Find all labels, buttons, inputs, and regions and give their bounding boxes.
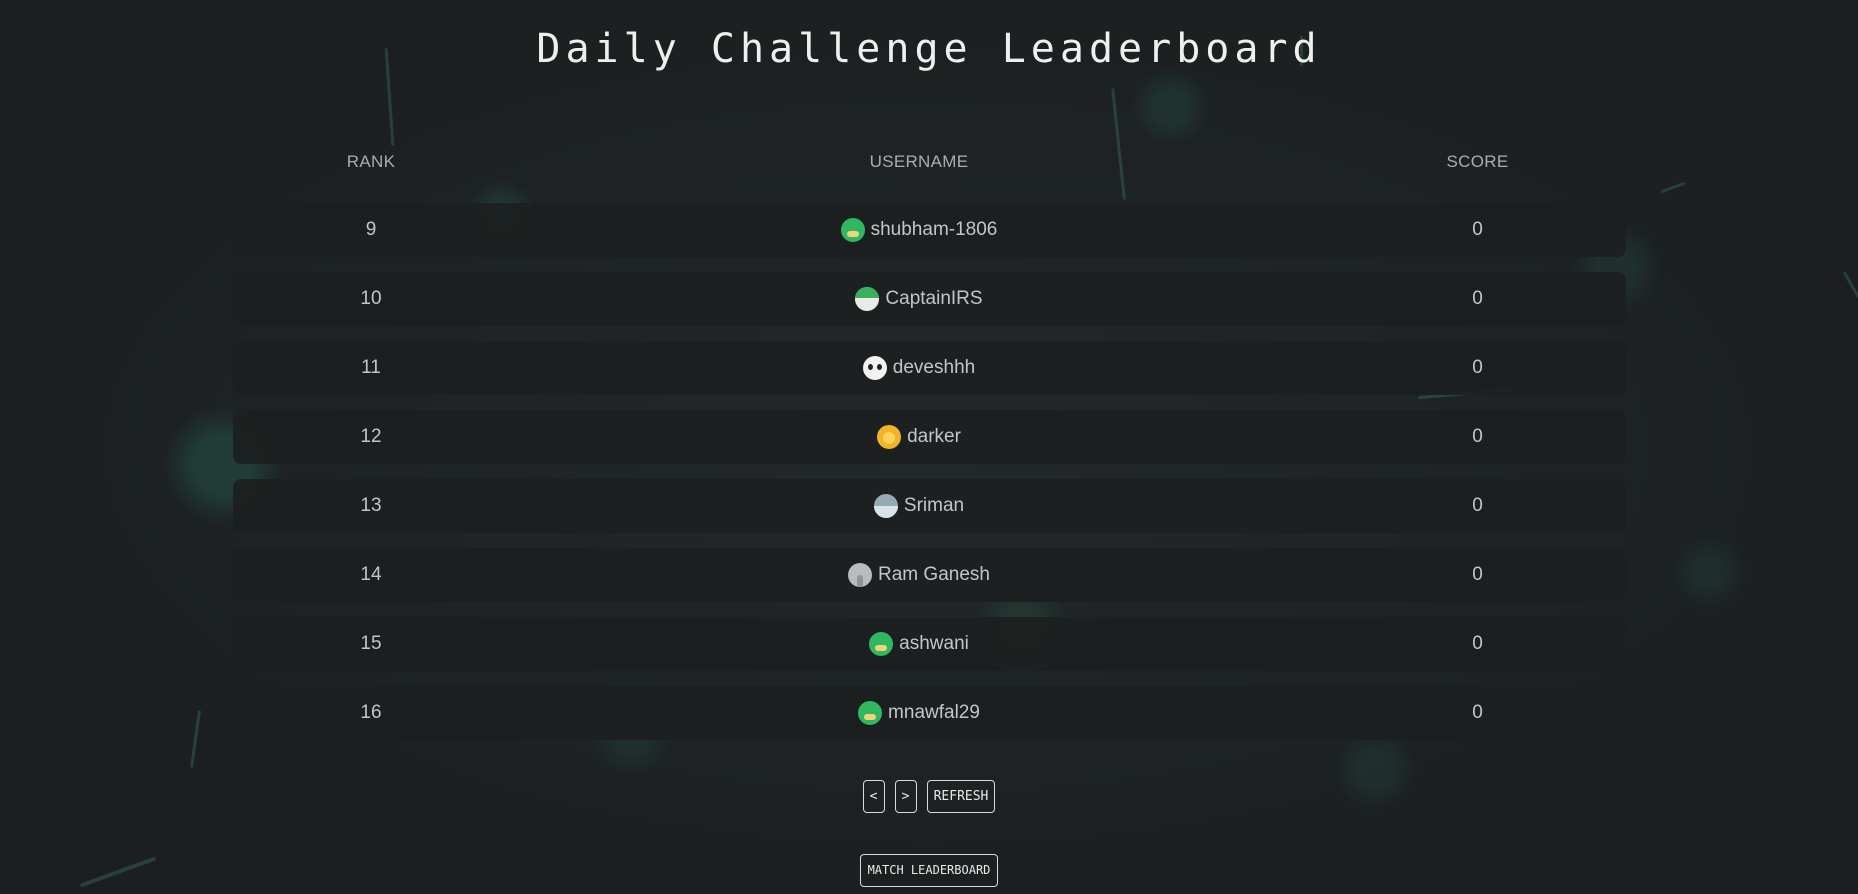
table-row: 16 mnawfal29 0 bbox=[233, 686, 1626, 740]
next-page-button[interactable]: > bbox=[894, 780, 917, 813]
page-title: Daily Challenge Leaderboard bbox=[536, 26, 1322, 72]
rank-cell: 14 bbox=[360, 564, 382, 585]
elephant-icon bbox=[848, 563, 873, 587]
username-cell: deveshhh bbox=[509, 341, 1329, 395]
rank-cell: 9 bbox=[365, 219, 377, 240]
table-row: 14 Ram Ganesh 0 bbox=[233, 548, 1626, 602]
leaderboard-page: Daily Challenge Leaderboard RANK USERNAM… bbox=[0, 0, 1858, 894]
frog-icon bbox=[855, 287, 880, 311]
rank-cell: 13 bbox=[360, 495, 382, 516]
score-header: SCORE bbox=[1446, 152, 1509, 171]
username-cell: mnawfal29 bbox=[509, 686, 1329, 740]
green-bird-icon bbox=[840, 218, 865, 242]
rank-cell: 10 bbox=[360, 288, 382, 309]
rank-cell: 12 bbox=[360, 426, 382, 447]
panda-icon bbox=[862, 356, 887, 380]
match-leaderboard-section: MATCH LEADERBOARD bbox=[0, 854, 1858, 887]
username: darker bbox=[907, 426, 961, 447]
username: shubham-1806 bbox=[870, 219, 998, 240]
table-row: 9 shubham-1806 0 bbox=[233, 203, 1626, 257]
score-cell: 0 bbox=[1472, 426, 1483, 447]
username: Ram Ganesh bbox=[878, 564, 990, 585]
username-cell: shubham-1806 bbox=[509, 203, 1329, 257]
username: mnawfal29 bbox=[888, 702, 980, 723]
username-header: USERNAME bbox=[869, 152, 969, 171]
table-row: 13 Sriman 0 bbox=[233, 479, 1626, 533]
username-cell: CaptainIRS bbox=[509, 272, 1329, 326]
fish-icon bbox=[873, 494, 898, 518]
score-cell: 0 bbox=[1472, 633, 1483, 654]
score-cell: 0 bbox=[1472, 357, 1483, 378]
refresh-button[interactable]: REFRESH bbox=[926, 780, 996, 813]
table-row: 10 CaptainIRS 0 bbox=[233, 272, 1626, 326]
prev-page-button[interactable]: < bbox=[862, 780, 885, 813]
table-row: 12 darker 0 bbox=[233, 410, 1626, 464]
score-cell: 0 bbox=[1472, 288, 1483, 309]
username-cell: Ram Ganesh bbox=[509, 548, 1329, 602]
leaderboard-table: 9 shubham-1806 0 10 CaptainIRS 0 11 deve… bbox=[233, 203, 1626, 755]
rank-cell: 11 bbox=[361, 357, 381, 378]
score-cell: 0 bbox=[1472, 495, 1483, 516]
table-row: 15 ashwani 0 bbox=[233, 617, 1626, 671]
green-bird-icon bbox=[869, 632, 894, 656]
score-cell: 0 bbox=[1472, 564, 1483, 585]
username: CaptainIRS bbox=[885, 288, 983, 309]
username: ashwani bbox=[899, 633, 969, 654]
match-leaderboard-button[interactable]: MATCH LEADERBOARD bbox=[859, 854, 999, 887]
rank-cell: 16 bbox=[360, 702, 382, 723]
score-cell: 0 bbox=[1472, 219, 1483, 240]
username: deveshhh bbox=[892, 357, 976, 378]
username-cell: Sriman bbox=[509, 479, 1329, 533]
pagination-controls: < > REFRESH bbox=[0, 780, 1858, 813]
table-header: RANK USERNAME SCORE bbox=[233, 152, 1626, 176]
table-row: 11 deveshhh 0 bbox=[233, 341, 1626, 395]
username-cell: ashwani bbox=[509, 617, 1329, 671]
score-cell: 0 bbox=[1472, 702, 1483, 723]
lion-icon bbox=[877, 425, 902, 449]
green-bird-icon bbox=[858, 701, 883, 725]
username: Sriman bbox=[903, 495, 965, 516]
username-cell: darker bbox=[509, 410, 1329, 464]
rank-cell: 15 bbox=[360, 633, 382, 654]
rank-header: RANK bbox=[346, 152, 396, 171]
